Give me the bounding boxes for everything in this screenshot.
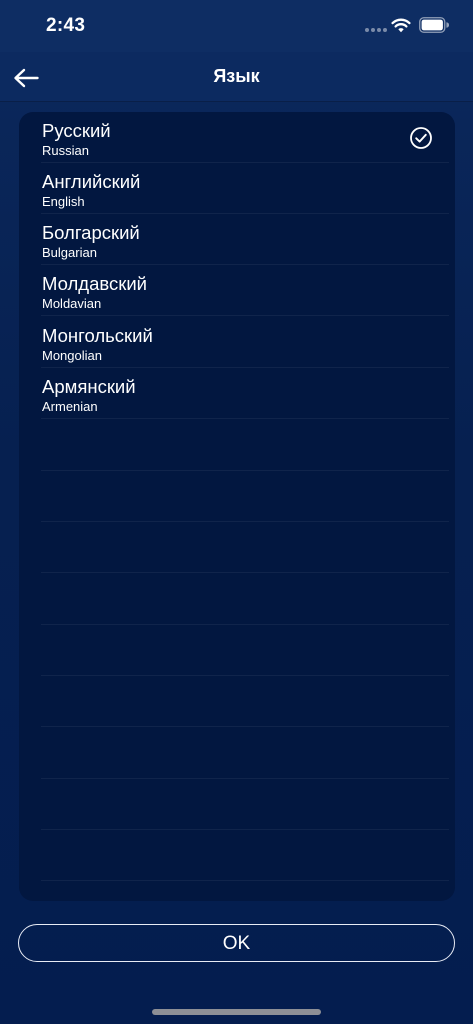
- language-name: Болгарский: [42, 222, 140, 243]
- language-item-armenian[interactable]: Армянский Armenian: [19, 368, 455, 419]
- language-list: Русский Russian Английский English Болга…: [19, 112, 455, 901]
- status-time: 2:43: [46, 15, 86, 36]
- row-divider: [41, 418, 449, 419]
- language-name: Молдавский: [42, 273, 148, 294]
- language-item-russian[interactable]: Русский Russian: [19, 112, 455, 163]
- language-item-moldavian[interactable]: Молдавский Moldavian: [19, 265, 455, 316]
- language-english-name: Mongolian: [42, 348, 102, 363]
- language-item-mongolian[interactable]: Монгольский Mongolian: [19, 317, 455, 368]
- language-english-name: English: [42, 194, 85, 209]
- language-item-english[interactable]: Английский English: [19, 163, 455, 214]
- row-divider: [41, 315, 449, 316]
- language-name: Монгольский: [42, 325, 153, 346]
- language-name: Английский: [42, 171, 141, 192]
- language-english-name: Armenian: [42, 399, 98, 414]
- empty-row-divider: [41, 675, 449, 676]
- language-item-bulgarian[interactable]: Болгарский Bulgarian: [19, 214, 455, 265]
- page-title: Язык: [213, 66, 260, 86]
- ok-button[interactable]: OK: [18, 924, 455, 962]
- empty-row-divider: [41, 624, 449, 625]
- empty-row-divider: [41, 880, 449, 881]
- empty-row-divider: [41, 470, 449, 471]
- checkmark-circle-icon: [410, 127, 432, 149]
- empty-row-divider: [41, 521, 449, 522]
- wifi-icon: [391, 18, 411, 33]
- language-name: Армянский: [42, 376, 136, 397]
- empty-row-divider: [41, 572, 449, 573]
- empty-row-divider: [41, 829, 449, 830]
- language-english-name: Bulgarian: [42, 245, 97, 260]
- battery-icon: [419, 17, 449, 33]
- language-english-name: Russian: [42, 143, 89, 158]
- language-name: Русский: [42, 120, 111, 141]
- status-bar: 2:43: [0, 0, 473, 52]
- home-indicator: [152, 1009, 321, 1015]
- language-english-name: Moldavian: [42, 296, 102, 311]
- navigation-bar: Язык: [0, 52, 473, 102]
- cellular-signal-icon: [365, 28, 387, 33]
- empty-row-divider: [41, 778, 449, 779]
- empty-row-divider: [41, 726, 449, 727]
